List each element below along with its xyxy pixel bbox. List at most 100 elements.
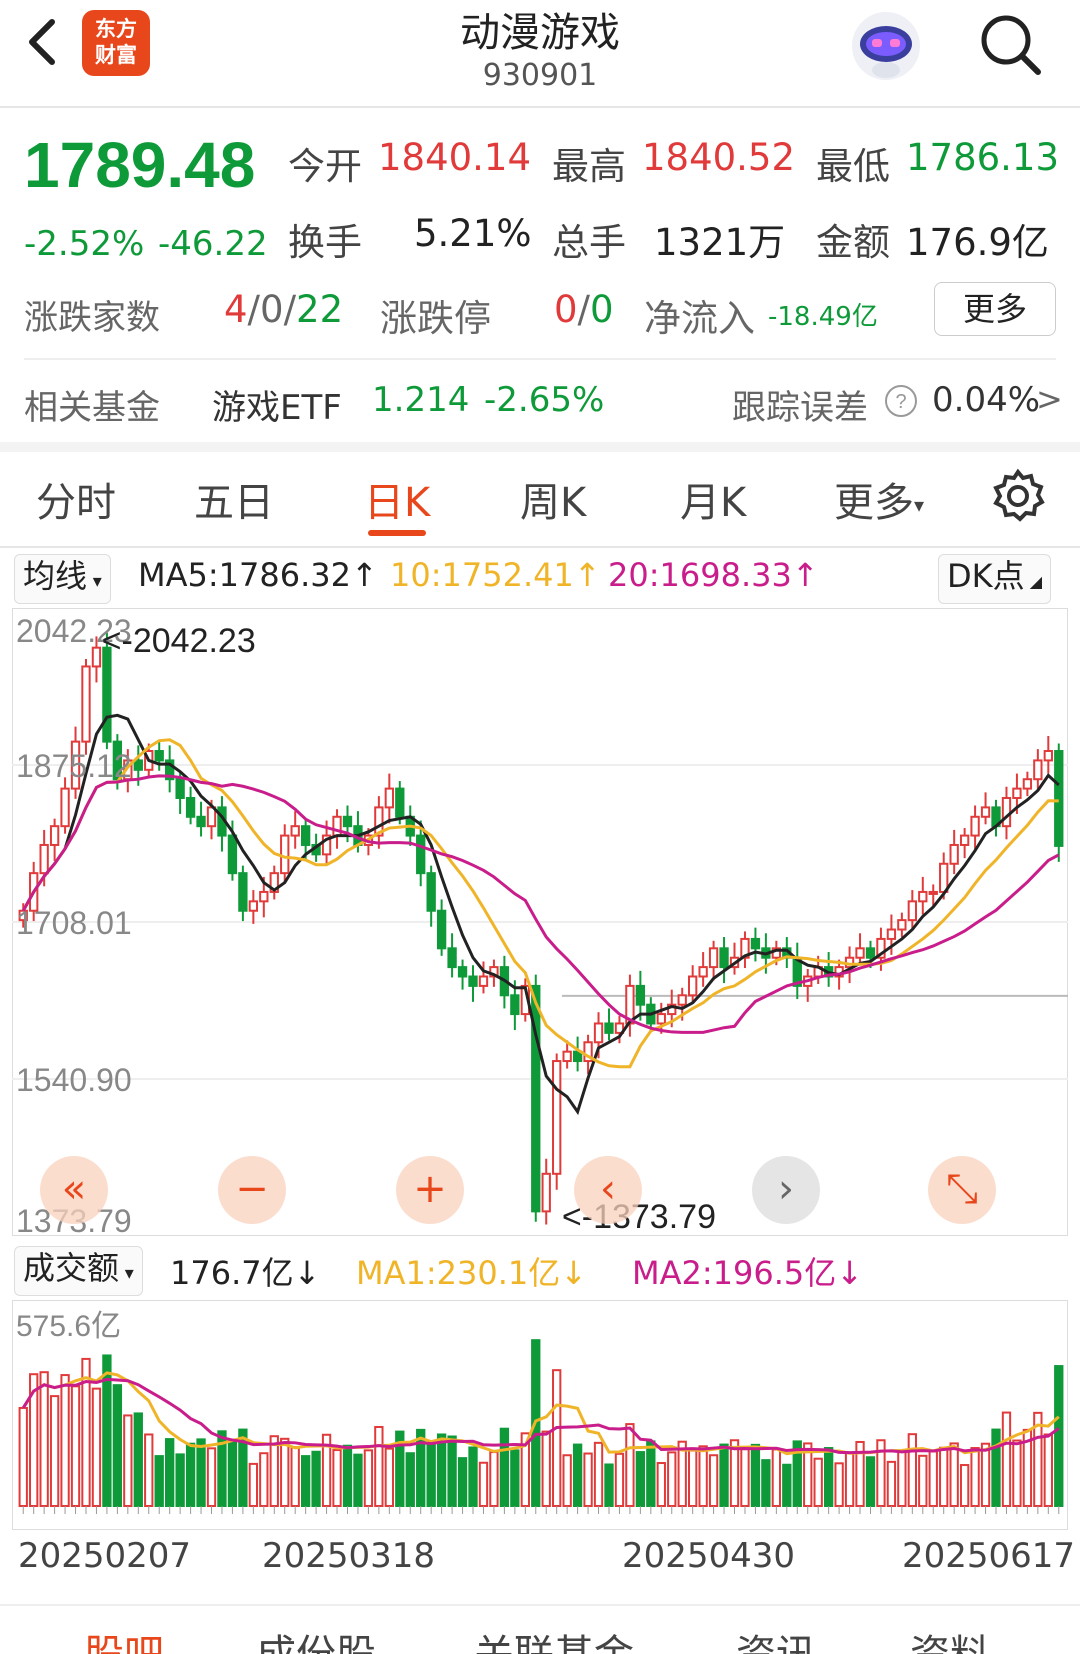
fund-name[interactable]: 游戏ETF bbox=[212, 380, 342, 429]
turnover-label: 换手 bbox=[288, 221, 362, 264]
tab-intraday[interactable]: 分时 bbox=[36, 470, 116, 528]
scroll-left-icon[interactable]: ‹ bbox=[574, 1156, 642, 1224]
tab-five-day[interactable]: 五日 bbox=[194, 470, 274, 528]
volume-bar bbox=[39, 1371, 49, 1508]
tab-news[interactable]: 资讯 bbox=[736, 1622, 816, 1654]
tab-monthly-k[interactable]: 月K bbox=[680, 470, 746, 528]
volume-bar bbox=[928, 1450, 938, 1507]
candle-body bbox=[478, 975, 489, 987]
volume-bar bbox=[750, 1443, 761, 1507]
change-percent: -2.52% bbox=[24, 224, 145, 264]
volume-indicator-selector[interactable]: 成交额 ▾ bbox=[14, 1246, 143, 1296]
volume-bar bbox=[353, 1453, 363, 1507]
scroll-right-icon[interactable]: › bbox=[752, 1156, 820, 1224]
volume-bar bbox=[667, 1451, 677, 1507]
fund-arrow-icon[interactable]: > bbox=[1036, 380, 1063, 418]
help-icon[interactable]: ? bbox=[884, 384, 918, 418]
volume-bar bbox=[552, 1369, 562, 1507]
volume-bar bbox=[332, 1449, 342, 1507]
candle-body bbox=[1012, 787, 1022, 799]
candle-body bbox=[604, 1022, 614, 1034]
ma5-value: MA5:1786.32↑ bbox=[138, 556, 378, 594]
fullscreen-icon[interactable]: ⤡ bbox=[928, 1156, 996, 1224]
volume-bar bbox=[625, 1423, 635, 1507]
volume-bar bbox=[541, 1430, 551, 1507]
volume-label: 总手 bbox=[552, 221, 626, 264]
candle-body bbox=[865, 947, 876, 959]
candlestick-chart[interactable]: 2042.231875.121708.011540.901373.79<-204… bbox=[12, 608, 1068, 1236]
volume-bar bbox=[384, 1447, 394, 1507]
volume-bar bbox=[165, 1438, 175, 1507]
volume-chart[interactable]: 575.6亿 bbox=[12, 1300, 1068, 1530]
open-label: 今开 bbox=[288, 145, 362, 188]
volume-bar bbox=[133, 1412, 143, 1507]
volume-bar bbox=[834, 1462, 844, 1507]
ma-selector[interactable]: 均线 ▾ bbox=[14, 554, 111, 604]
candle-body bbox=[49, 825, 60, 846]
volume-bar bbox=[1043, 1433, 1053, 1507]
volume-bar bbox=[18, 1406, 28, 1507]
candle-body bbox=[698, 966, 708, 978]
volume-bar bbox=[614, 1452, 625, 1507]
candle-body bbox=[897, 919, 907, 931]
max-price-annotation: <-2042.23 bbox=[102, 622, 256, 660]
volume-ma2: MA2:196.5亿↓ bbox=[632, 1254, 864, 1292]
search-icon[interactable] bbox=[976, 10, 1046, 80]
tab-weekly-k[interactable]: 周K bbox=[520, 470, 586, 528]
volume-bar bbox=[290, 1446, 300, 1508]
candle-body bbox=[750, 937, 761, 950]
candle-body bbox=[907, 900, 917, 922]
date-label: 20250318 bbox=[262, 1536, 436, 1576]
volume-bar bbox=[698, 1445, 708, 1507]
netflow-value: -18.49亿 bbox=[768, 302, 878, 332]
tab-daily-k[interactable]: 日K bbox=[364, 470, 430, 528]
candle-body bbox=[510, 994, 520, 1016]
volume-bar bbox=[144, 1433, 154, 1507]
volume-bar bbox=[300, 1455, 311, 1507]
scroll-fast-left-icon[interactable]: « bbox=[40, 1156, 108, 1224]
settings-gear-icon[interactable] bbox=[990, 468, 1046, 524]
volume-bar bbox=[604, 1463, 614, 1507]
volume-bar bbox=[593, 1441, 604, 1507]
tab-forum[interactable]: 股吧 bbox=[84, 1622, 164, 1654]
tab-more[interactable]: 更多▾ bbox=[834, 470, 924, 528]
candle-body bbox=[1022, 778, 1033, 790]
date-label: 20250430 bbox=[622, 1536, 796, 1576]
zoom-in-icon[interactable]: + bbox=[396, 1156, 464, 1224]
candle-body bbox=[1054, 750, 1064, 847]
price-axis-label: 1708.01 bbox=[16, 905, 132, 941]
candle-body bbox=[928, 890, 938, 895]
dk-point-button[interactable]: DK点 ◢ bbox=[938, 554, 1052, 604]
candle-body bbox=[436, 909, 447, 950]
volume-bar bbox=[635, 1451, 646, 1508]
related-fund-label: 相关基金 bbox=[24, 388, 160, 428]
volume-bar bbox=[405, 1452, 415, 1508]
zoom-out-icon[interactable]: − bbox=[218, 1156, 286, 1224]
tab-related-funds[interactable]: 关联基金 bbox=[474, 1622, 634, 1654]
candle-body bbox=[196, 815, 206, 828]
volume-bar bbox=[970, 1447, 980, 1508]
volume-bar bbox=[248, 1462, 259, 1507]
candle-body bbox=[468, 975, 478, 987]
volume-bar bbox=[572, 1443, 583, 1508]
volume-bar bbox=[761, 1459, 771, 1507]
candle-body bbox=[102, 646, 112, 743]
tab-profile[interactable]: 资料 bbox=[910, 1622, 990, 1654]
bottom-tab-bar: 股吧 成份股 关联基金 资讯 资料 bbox=[0, 1604, 1080, 1654]
tab-constituents[interactable]: 成份股 bbox=[256, 1622, 376, 1654]
candle-body bbox=[154, 750, 164, 762]
volume-bar bbox=[918, 1454, 928, 1507]
volume-bar bbox=[269, 1435, 279, 1507]
volume-bar bbox=[823, 1447, 834, 1508]
updown-count-label: 涨跌家数 bbox=[24, 298, 160, 338]
candle-body bbox=[395, 787, 405, 818]
more-quote-button[interactable]: 更多 bbox=[934, 282, 1056, 336]
candle-body bbox=[1033, 759, 1043, 781]
ai-assistant-icon[interactable] bbox=[848, 8, 924, 84]
candle-body bbox=[81, 665, 91, 743]
candle-body bbox=[175, 778, 185, 799]
candle-body bbox=[133, 759, 143, 771]
corner-triangle-icon: ◢ bbox=[1024, 572, 1043, 591]
amount-value: 176.9亿 bbox=[906, 221, 1049, 264]
volume-bar bbox=[782, 1463, 792, 1507]
